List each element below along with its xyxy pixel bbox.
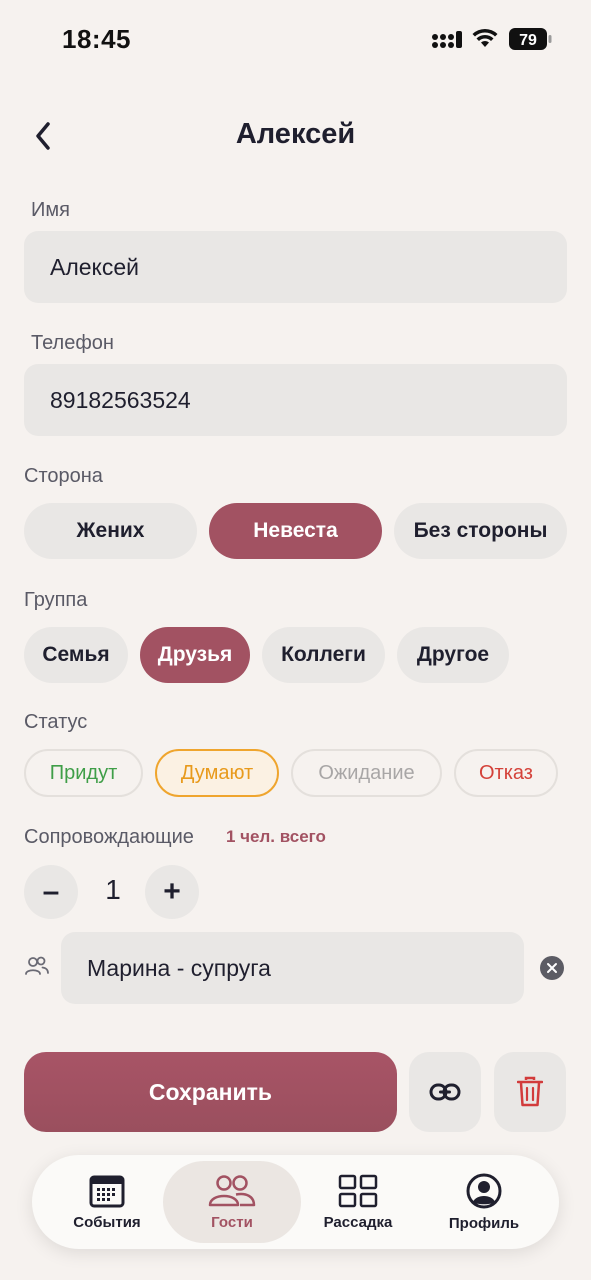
group-option-family[interactable]: Семья bbox=[24, 627, 128, 683]
side-label: Сторона bbox=[24, 465, 103, 487]
side-option-bride[interactable]: Невеста bbox=[209, 503, 382, 559]
name-label: Имя bbox=[31, 199, 70, 221]
name-field[interactable]: Алексей bbox=[24, 231, 567, 303]
close-icon bbox=[547, 963, 557, 973]
calendar-icon bbox=[89, 1175, 125, 1207]
tab-seating[interactable]: Рассадка bbox=[289, 1161, 427, 1243]
delete-button[interactable] bbox=[494, 1052, 566, 1132]
companions-decrement-button[interactable]: – bbox=[24, 865, 78, 919]
share-link-button[interactable] bbox=[409, 1052, 481, 1132]
companions-count: 1 bbox=[105, 874, 121, 905]
companions-total: 1 чел. всего bbox=[226, 827, 326, 846]
group-label: Группа bbox=[24, 589, 88, 611]
status-option-coming[interactable]: Придут bbox=[24, 749, 143, 797]
phone-label: Телефон bbox=[31, 332, 114, 354]
status-label: Статус bbox=[24, 711, 88, 733]
status-option-declined[interactable]: Отказ bbox=[454, 749, 558, 797]
tab-guests[interactable]: Гости bbox=[163, 1161, 301, 1243]
tab-seating-label: Рассадка bbox=[323, 1213, 393, 1231]
battery-level: 79 bbox=[519, 32, 537, 49]
battery-icon: 79 bbox=[509, 28, 552, 50]
tab-profile-label: Профиль bbox=[448, 1214, 520, 1232]
group-option-colleagues[interactable]: Коллеги bbox=[262, 627, 385, 683]
tab-profile[interactable]: Профиль bbox=[415, 1161, 553, 1243]
status-option-waiting[interactable]: Ожидание bbox=[291, 749, 442, 797]
remove-companion-button[interactable] bbox=[540, 956, 564, 980]
side-option-none[interactable]: Без стороны bbox=[394, 503, 567, 559]
side-option-groom[interactable]: Жених bbox=[24, 503, 197, 559]
status-bar: 18:45 79 bbox=[0, 0, 591, 80]
tab-guests-label: Гости bbox=[211, 1213, 253, 1231]
link-icon bbox=[429, 1083, 461, 1101]
status-option-thinking[interactable]: Думают bbox=[155, 749, 279, 797]
signal-icon bbox=[432, 31, 462, 48]
profile-icon bbox=[466, 1173, 502, 1208]
tab-events[interactable]: События bbox=[38, 1161, 176, 1243]
group-option-other[interactable]: Другое bbox=[397, 627, 509, 683]
grid-icon bbox=[338, 1174, 378, 1207]
wifi-icon bbox=[472, 28, 498, 47]
guests-icon bbox=[208, 1174, 256, 1206]
save-button[interactable]: Сохранить bbox=[24, 1052, 397, 1132]
people-icon bbox=[25, 956, 49, 975]
tab-bar: События Гости Рассадка Профиль bbox=[32, 1155, 559, 1249]
phone-field[interactable]: 89182563524 bbox=[24, 364, 567, 436]
group-option-friends[interactable]: Друзья bbox=[140, 627, 250, 683]
page-title: Алексей bbox=[235, 118, 356, 150]
companions-label: Сопровождающие bbox=[24, 826, 194, 848]
status-time: 18:45 bbox=[62, 24, 131, 54]
trash-icon bbox=[517, 1076, 543, 1107]
companions-increment-button[interactable]: + bbox=[145, 865, 199, 919]
companion-field[interactable]: Марина - супруга bbox=[61, 932, 524, 1004]
tab-events-label: События bbox=[73, 1213, 141, 1231]
